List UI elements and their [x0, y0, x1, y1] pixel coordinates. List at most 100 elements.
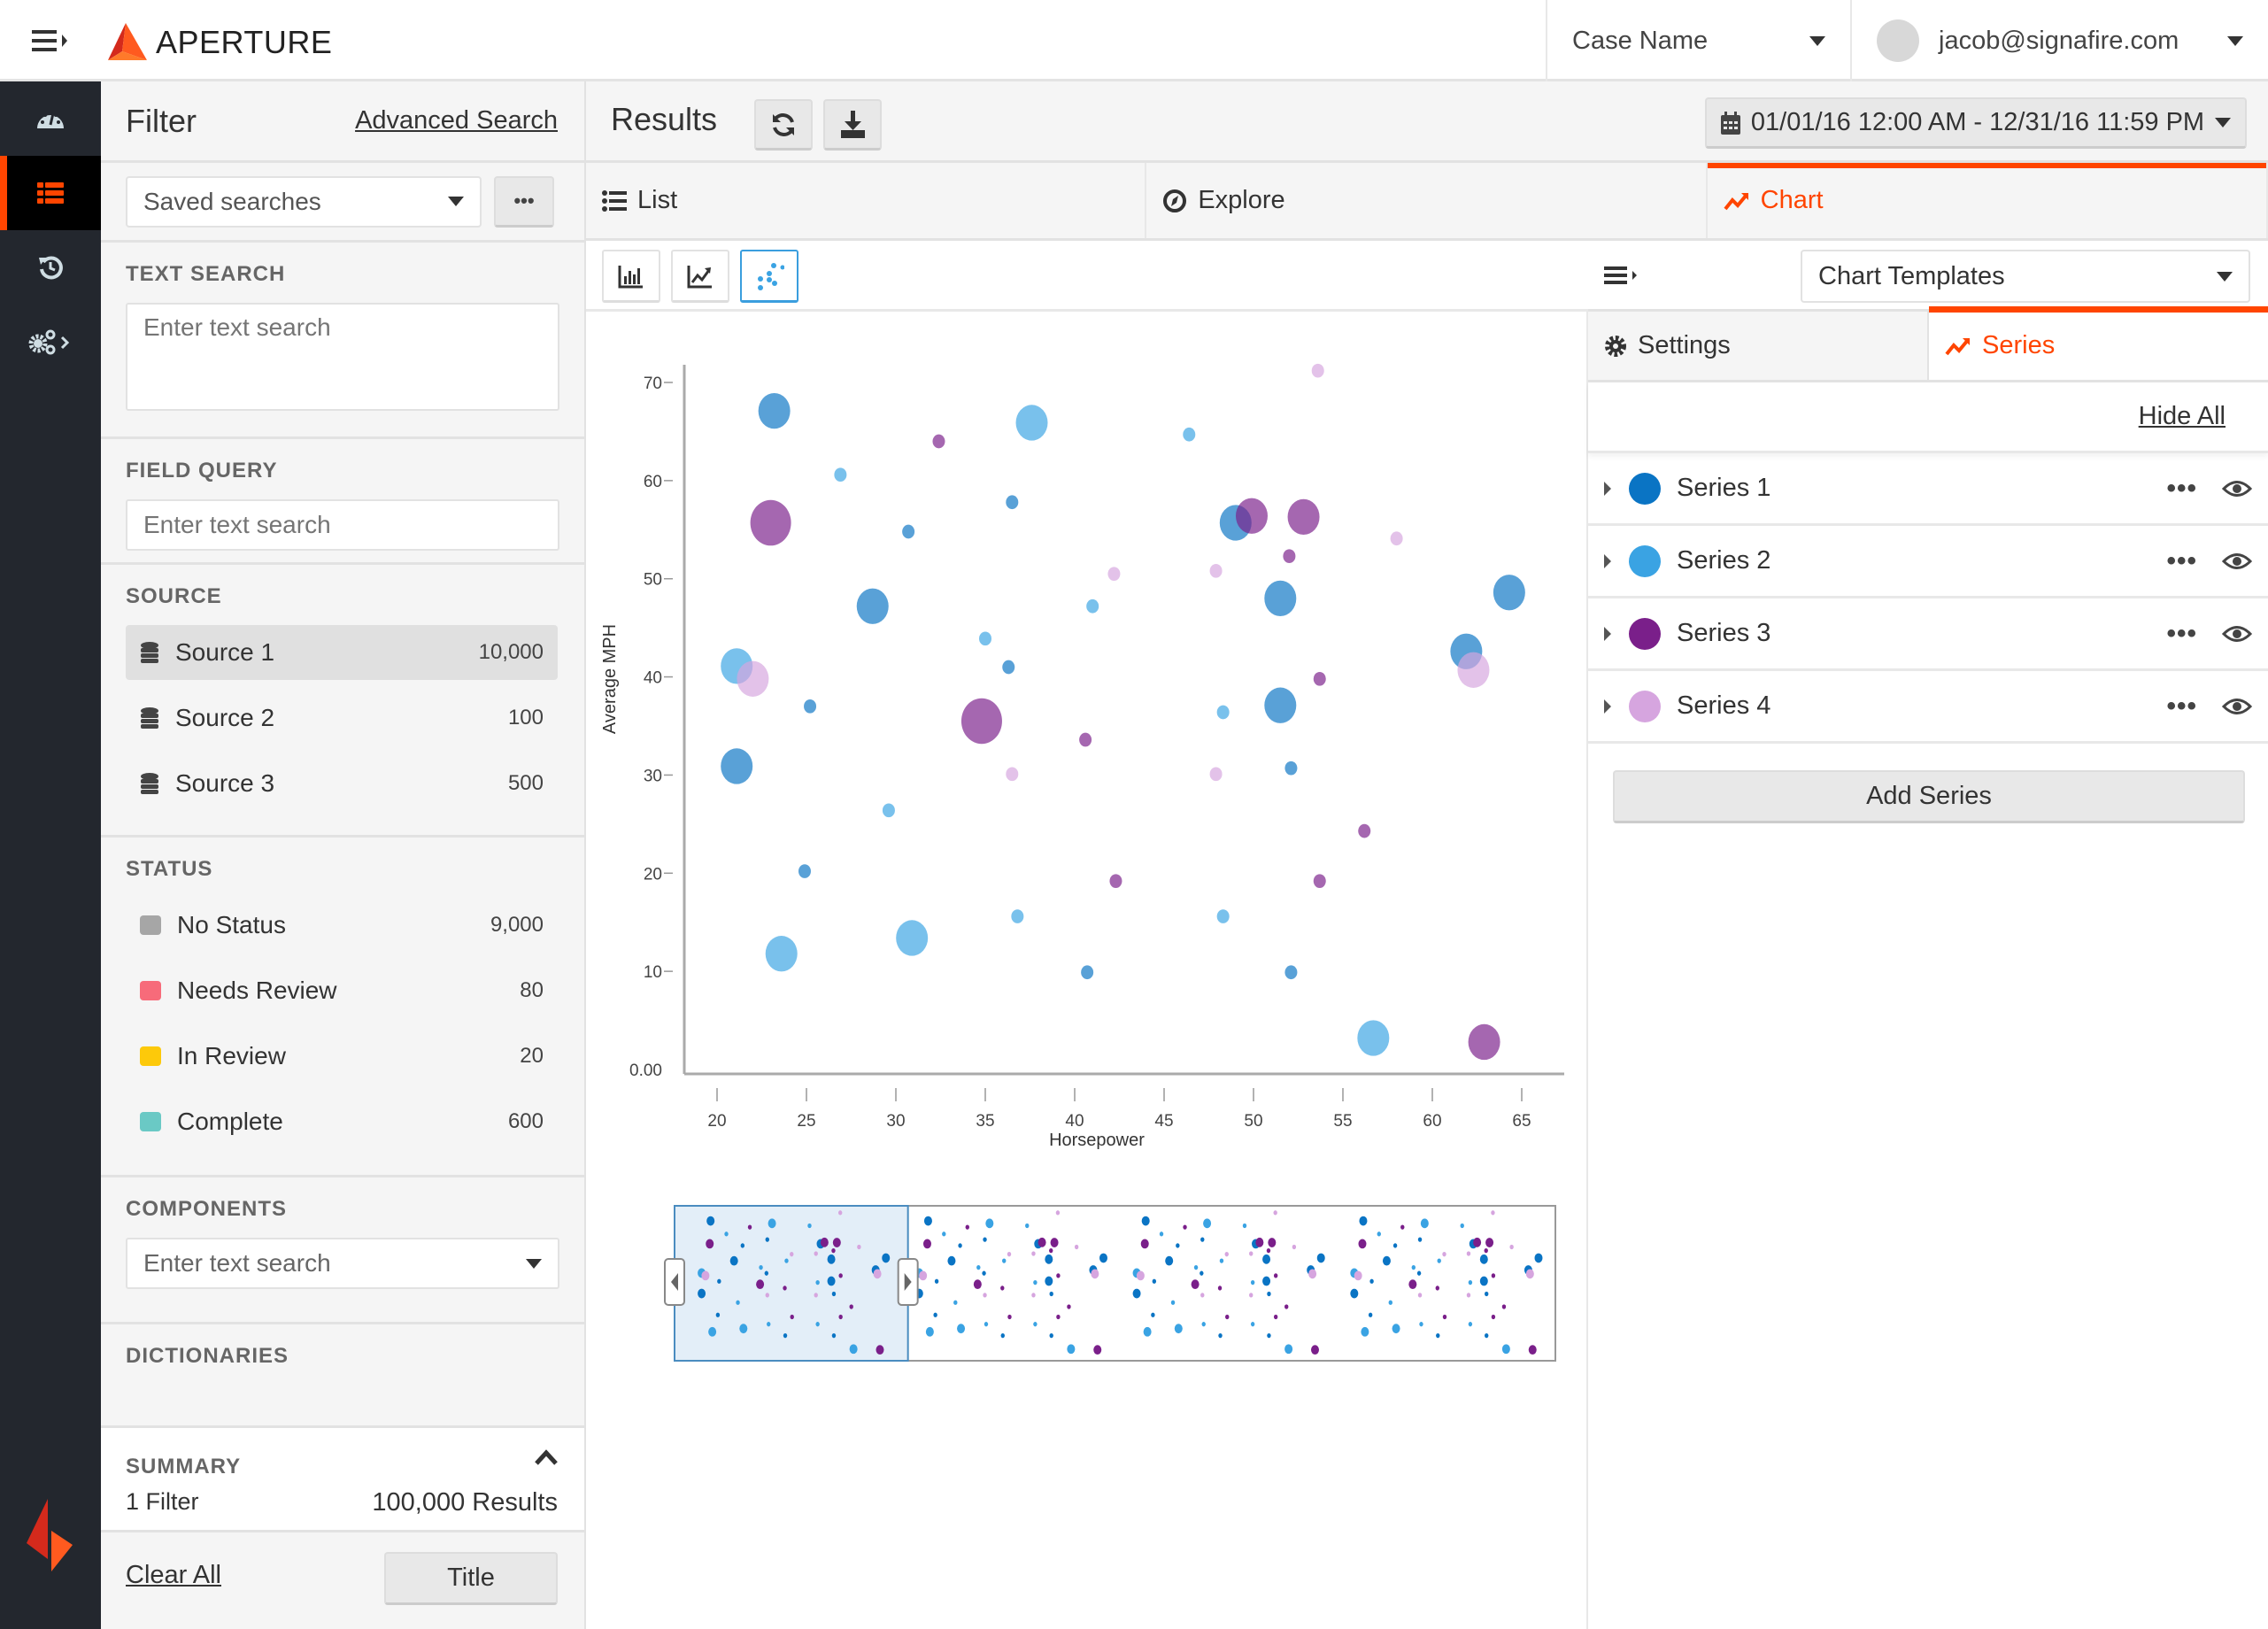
data-point-series-4[interactable] [737, 660, 769, 697]
data-point-series-1[interactable] [856, 588, 889, 624]
expand-caret-icon[interactable] [1604, 699, 1611, 714]
tab-list[interactable]: List [586, 163, 1147, 238]
data-point-series-1[interactable] [1002, 660, 1015, 675]
eye-icon[interactable] [2222, 697, 2252, 716]
data-point-series-4[interactable] [1209, 767, 1223, 782]
series-more-button[interactable]: ••• [2166, 619, 2197, 649]
series-color-swatch[interactable] [1629, 472, 1661, 505]
data-point-series-3[interactable] [1468, 1023, 1500, 1061]
saved-searches-dropdown[interactable]: Saved searches [126, 175, 482, 228]
data-point-series-1[interactable] [798, 864, 811, 878]
source-item[interactable]: Source 1 10,000 [126, 625, 558, 680]
data-point-series-1[interactable] [1284, 760, 1298, 776]
data-point-series-3[interactable] [1283, 549, 1296, 564]
data-point-series-4[interactable] [1107, 567, 1121, 582]
data-point-series-2[interactable] [1216, 909, 1230, 923]
series-color-swatch[interactable] [1629, 690, 1661, 722]
data-point-series-2[interactable] [896, 920, 929, 956]
add-series-button[interactable]: Add Series [1613, 770, 2245, 823]
chart-navigator[interactable] [664, 1205, 1556, 1362]
data-point-series-2[interactable] [979, 631, 991, 646]
clear-all-link[interactable]: Clear All [126, 1561, 221, 1590]
data-point-series-1[interactable] [1006, 495, 1019, 510]
scatter-chart-button[interactable] [740, 250, 798, 303]
panel-toggle-icon[interactable] [1604, 265, 1641, 286]
date-range-picker[interactable]: 01/01/16 12:00 AM - 12/31/16 11:59 PM [1705, 97, 2247, 149]
data-point-series-3[interactable] [750, 499, 791, 546]
data-point-series-2[interactable] [1216, 705, 1230, 720]
data-point-series-1[interactable] [804, 699, 817, 714]
status-item[interactable]: In Review 20 [126, 1029, 558, 1084]
source-item[interactable]: Source 2 100 [126, 691, 558, 745]
series-row[interactable]: Series 2 ••• [1588, 526, 2268, 598]
data-point-series-4[interactable] [1006, 767, 1019, 782]
data-point-series-3[interactable] [932, 434, 945, 449]
navigator-left-handle[interactable] [664, 1258, 685, 1306]
nav-item-history[interactable] [0, 230, 101, 305]
series-more-button[interactable]: ••• [2166, 691, 2197, 722]
hide-all-link[interactable]: Hide All [2139, 402, 2226, 431]
expand-caret-icon[interactable] [1604, 626, 1611, 641]
case-name-dropdown[interactable]: Case Name [1546, 0, 1850, 81]
components-dropdown[interactable]: Enter text search [126, 1238, 559, 1289]
chevron-up-icon[interactable] [535, 1449, 558, 1465]
scatter-chart[interactable]: 20 25 30 35 40 45 50 55 60 65 0.00 10 20 30 40 50 60 70 H… [586, 312, 1588, 1463]
tab-series[interactable]: Series [1927, 306, 2268, 380]
data-point-series-3[interactable] [1287, 498, 1320, 536]
eye-icon[interactable] [2222, 552, 2252, 571]
line-chart-button[interactable] [671, 250, 729, 303]
refresh-button[interactable] [754, 99, 813, 151]
status-item[interactable]: Complete 600 [126, 1094, 558, 1149]
series-row[interactable]: Series 4 ••• [1588, 671, 2268, 744]
data-point-series-2[interactable] [882, 803, 895, 818]
series-color-swatch[interactable] [1629, 617, 1661, 650]
download-button[interactable] [823, 99, 882, 151]
data-point-series-2[interactable] [1357, 1020, 1390, 1056]
data-point-series-3[interactable] [1079, 732, 1092, 747]
navigator-selection[interactable] [674, 1205, 909, 1362]
expand-caret-icon[interactable] [1604, 553, 1611, 568]
data-point-series-1[interactable] [1284, 965, 1298, 980]
data-point-series-1[interactable] [1081, 965, 1094, 980]
title-button[interactable]: Title [384, 1552, 558, 1605]
data-point-series-4[interactable] [1457, 652, 1490, 688]
eye-icon[interactable] [2222, 624, 2252, 644]
data-point-series-2[interactable] [1015, 405, 1048, 441]
navigator-right-handle[interactable] [897, 1258, 919, 1306]
field-query-input[interactable] [126, 499, 559, 551]
eye-icon[interactable] [2222, 479, 2252, 498]
nav-item-settings[interactable] [0, 305, 101, 379]
advanced-search-link[interactable]: Advanced Search [355, 106, 558, 135]
expand-caret-icon[interactable] [1604, 481, 1611, 496]
tab-settings[interactable]: Settings [1588, 312, 1927, 380]
app-logo[interactable]: APERTURE [108, 23, 332, 62]
nav-item-list[interactable] [0, 156, 101, 230]
data-point-series-1[interactable] [1264, 687, 1297, 723]
nav-item-dashboard[interactable] [0, 81, 101, 156]
status-item[interactable]: No Status 9,000 [126, 898, 558, 953]
series-row[interactable]: Series 1 ••• [1588, 453, 2268, 526]
saved-searches-more-button[interactable]: ••• [494, 175, 554, 228]
data-point-series-4[interactable] [1390, 531, 1403, 546]
data-point-series-4[interactable] [1311, 363, 1324, 378]
data-point-series-1[interactable] [902, 524, 915, 539]
data-point-series-2[interactable] [1086, 598, 1099, 614]
chart-templates-dropdown[interactable]: Chart Templates [1801, 250, 2250, 303]
data-point-series-2[interactable] [1011, 909, 1024, 923]
data-point-series-2[interactable] [834, 467, 847, 483]
data-point-series-1[interactable] [758, 392, 791, 429]
series-row[interactable]: Series 3 ••• [1588, 598, 2268, 671]
tab-explore[interactable]: Explore [1146, 163, 1708, 238]
text-search-input[interactable] [126, 303, 559, 411]
data-point-series-4[interactable] [1209, 564, 1223, 578]
data-point-series-3[interactable] [1313, 671, 1326, 686]
status-item[interactable]: Needs Review 80 [126, 963, 558, 1018]
data-point-series-2[interactable] [1183, 427, 1196, 442]
series-more-button[interactable]: ••• [2166, 474, 2197, 504]
source-item[interactable]: Source 3 500 [126, 756, 558, 811]
user-menu-dropdown[interactable]: jacob@signafire.com [1850, 0, 2268, 81]
tab-chart[interactable]: Chart [1707, 163, 2268, 238]
data-point-series-1[interactable] [1493, 575, 1525, 611]
data-point-series-1[interactable] [721, 748, 753, 784]
data-point-series-2[interactable] [765, 936, 798, 972]
